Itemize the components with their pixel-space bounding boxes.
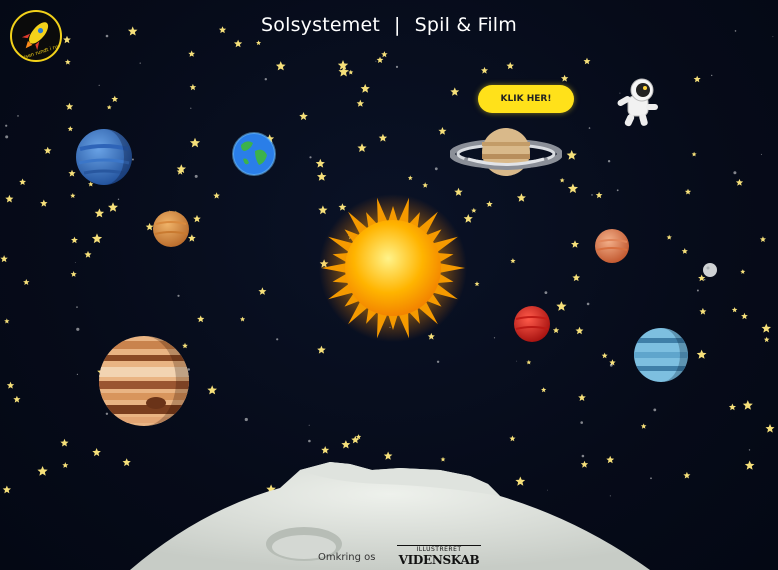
about-us-link[interactable]: Omkring os [318,552,376,563]
illustreret-videnskab-logo[interactable]: ILLUSTRERET VIDENSKAB [397,545,481,567]
moon-surface [130,462,650,570]
solar-system-scene: Rejsen rundt i rummet Solsystemet | Spil &… [0,0,778,570]
brand-bottom-text: VIDENSKAB [398,553,480,567]
